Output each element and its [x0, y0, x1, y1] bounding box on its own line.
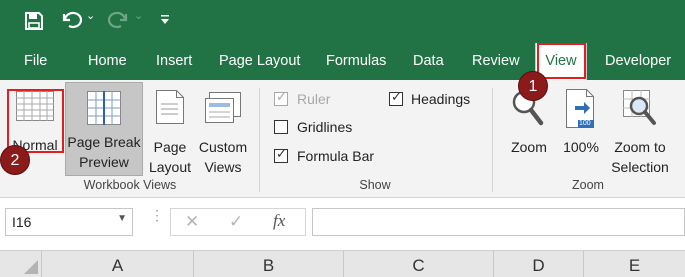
save-icon[interactable] — [24, 11, 44, 36]
tab-file[interactable]: File — [24, 53, 47, 69]
page-break-preview-label-line2: Preview — [79, 154, 129, 170]
insert-function-icon[interactable]: fx — [273, 211, 285, 231]
formula-bar: I16 ▼ ⋮ ✕ ✓ fx — [0, 198, 685, 248]
page-break-preview-icon — [87, 91, 121, 130]
enter-icon[interactable]: ✓ — [229, 212, 243, 232]
undo-dropdown-icon[interactable]: ⌄ — [86, 9, 95, 22]
column-header-d[interactable]: D — [494, 251, 584, 277]
tab-data[interactable]: Data — [413, 53, 444, 69]
page-break-preview-label-line1: Page Break — [67, 134, 141, 150]
tab-developer[interactable]: Developer — [605, 53, 671, 69]
page-break-preview-button[interactable]: Page Break Preview — [65, 82, 143, 176]
page-layout-view-icon — [156, 90, 184, 129]
ruler-label: Ruler — [297, 91, 331, 107]
undo-icon[interactable] — [60, 10, 83, 35]
column-header-row: A B C D E — [0, 250, 685, 277]
select-all-corner[interactable] — [0, 251, 42, 277]
page-layout-view-label-line1: Page — [153, 139, 187, 155]
zoom-100-icon-text: 100 — [579, 120, 591, 127]
custom-views-icon — [205, 92, 241, 129]
formula-bar-checkbox-row[interactable]: ✓ Formula Bar — [274, 146, 394, 166]
formula-bar-check-mark-icon: ✓ — [276, 146, 287, 161]
formula-input[interactable] — [312, 208, 685, 236]
customize-toolbar-icon[interactable] — [160, 12, 170, 31]
zoom-to-selection-label-line1: Zoom to — [614, 139, 666, 155]
gridlines-checkbox-row[interactable]: Gridlines — [274, 119, 374, 137]
tab-view-label: View — [545, 53, 577, 69]
column-header-c[interactable]: C — [344, 251, 494, 277]
name-box-value: I16 — [12, 214, 32, 230]
custom-views-label-line2: Views — [204, 159, 242, 175]
zoom-to-selection-icon — [623, 90, 657, 131]
normal-view-button[interactable]: Normal — [5, 86, 63, 154]
formula-bar-checkbox[interactable]: ✓ — [274, 146, 288, 163]
zoom-to-selection-label-line2: Selection — [611, 159, 669, 175]
formula-bar-label: Formula Bar — [297, 148, 375, 164]
show-group-label: Show — [359, 178, 391, 192]
column-header-b[interactable]: B — [194, 251, 344, 277]
zoom-100-button[interactable]: 100 100% — [558, 86, 604, 156]
tab-formulas[interactable]: Formulas — [326, 53, 386, 69]
zoom-100-icon: 100 — [566, 89, 596, 134]
redo-dropdown-icon: ⌄ — [134, 10, 144, 22]
step-badge-2: 2 — [0, 145, 30, 175]
ruler-checkbox: ✓ — [274, 89, 288, 106]
headings-checkbox-row[interactable]: ✓ Headings — [389, 89, 489, 109]
tab-page-layout[interactable]: Page Layout — [219, 53, 300, 69]
name-box-dropdown-icon[interactable]: ▼ — [117, 213, 127, 224]
tab-home[interactable]: Home — [88, 53, 127, 69]
zoom-to-selection-button[interactable]: Zoom to Selection — [606, 86, 674, 176]
ribbon-view: Normal Page Break Preview Page Layout Cu… — [0, 80, 685, 198]
column-header-e[interactable]: E — [584, 251, 685, 277]
ruler-check-mark-icon: ✓ — [276, 89, 287, 104]
name-box[interactable]: I16 ▼ — [5, 208, 133, 236]
zoom-100-label: 100% — [563, 139, 599, 155]
custom-views-button[interactable]: Custom Views — [196, 86, 250, 176]
normal-view-icon — [16, 91, 54, 126]
step-badge-1: 1 — [518, 71, 548, 101]
headings-label: Headings — [411, 91, 471, 107]
formula-bar-resize-handle-icon[interactable]: ⋮ — [150, 208, 164, 222]
headings-check-mark-icon: ✓ — [391, 89, 402, 104]
column-header-a[interactable]: A — [42, 251, 194, 277]
custom-views-label-line1: Custom — [198, 139, 248, 155]
ruler-checkbox-row: ✓ Ruler — [274, 89, 364, 109]
gridlines-checkbox[interactable] — [274, 120, 288, 134]
cancel-icon[interactable]: ✕ — [185, 212, 199, 232]
headings-checkbox[interactable]: ✓ — [389, 89, 403, 106]
group-separator — [259, 88, 260, 192]
page-layout-view-label-line2: Layout — [148, 159, 192, 175]
title-bar: ⌄ ⌄ — [0, 0, 685, 40]
formula-function-area: ✕ ✓ fx — [170, 208, 306, 236]
gridlines-label: Gridlines — [297, 119, 353, 135]
workbook-views-group-label: Workbook Views — [83, 178, 177, 192]
redo-icon — [107, 10, 130, 35]
tab-review[interactable]: Review — [472, 53, 520, 69]
group-separator — [492, 88, 493, 192]
excel-window: { "tabs": { "file": "File", "home": "Hom… — [0, 0, 685, 277]
zoom-label: Zoom — [511, 139, 547, 155]
zoom-group-label: Zoom — [572, 178, 604, 192]
page-layout-view-button[interactable]: Page Layout — [146, 86, 194, 176]
select-all-triangle-icon — [24, 260, 38, 274]
tab-insert[interactable]: Insert — [156, 53, 192, 69]
